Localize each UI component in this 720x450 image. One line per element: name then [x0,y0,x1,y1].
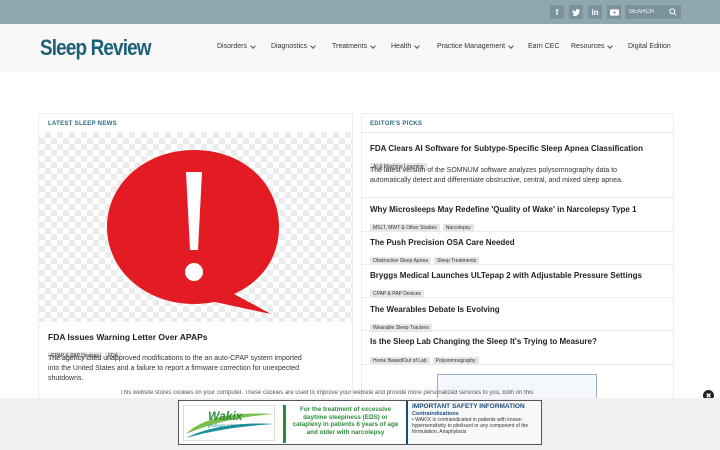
chevron-down-icon [370,42,376,49]
editors-picks-card: EDITOR'S PICKS FDA Clears AI Software fo… [361,113,674,403]
nav-label: Diagnostics [271,43,308,50]
nav-diagnostics[interactable]: Diagnostics [271,42,317,50]
excerpt-line: The agency cited unapproved modification… [48,355,302,362]
nav-label: Digital Edition [628,43,671,50]
divider [362,364,673,365]
excerpt-line: into the United States and a failure to … [48,365,299,372]
nav-digital-edition[interactable]: Digital Edition [628,43,671,50]
ad-safety-info: IMPORTANT SAFETY INFORMATION Contraindic… [406,401,541,444]
pick-title[interactable]: Why Microsleeps May Redefine 'Quality of… [370,205,637,214]
nav-resources[interactable]: Resources [571,42,614,50]
search-box[interactable] [625,5,681,19]
lead-pick-excerpt: The latest version of the SOMNUM softwar… [370,166,623,186]
ad-brand-sub: pitolisant tablets [208,423,241,428]
search-input[interactable] [629,6,669,18]
site-header: Sleep Review Disorders Diagnostics Treat… [0,24,720,72]
facebook-icon[interactable]: f [550,5,564,19]
alert-exclamation-icon [107,150,279,314]
chevron-down-icon [414,42,421,49]
chevron-down-icon [250,42,256,49]
chevron-down-icon [508,42,514,49]
nav-treatments[interactable]: Treatments [332,42,376,50]
excerpt-line: The latest version of the SOMNUM softwar… [370,167,618,174]
twitter-bird-glyph [571,8,580,16]
ad-indication-text: For the treatment of excessive daytime s… [292,406,399,436]
pick-title[interactable]: Bryggs Medical Launches ULTepap 2 with A… [370,271,642,280]
divider [362,330,673,331]
chevron-down-icon [607,42,614,49]
ad-contra-text: • WAKIX is contraindicated in patients w… [412,417,529,435]
ad-brand-logo: Wakix pitolisant tablets [183,405,275,441]
ad-indication: For the treatment of excessive daytime s… [283,405,405,443]
linkedin-icon[interactable]: in [588,5,602,19]
latest-news-card: LATEST SLEEP NEWS FDA Issues Warning Let… [38,113,353,403]
site-logo[interactable]: Sleep Review [40,35,151,61]
divider [362,297,673,298]
pick-title[interactable]: Is the Sleep Lab Changing the Sleep It's… [370,337,597,346]
ad-safety-title: IMPORTANT SAFETY INFORMATION [412,403,525,410]
nav-label: Earn CEC [528,43,560,50]
nav-practice-management[interactable]: Practice Management [437,42,514,50]
youtube-play-glyph [609,8,619,16]
featured-title[interactable]: FDA Issues Warning Letter Over APAPs [48,332,208,342]
chevron-down-icon [310,42,317,49]
divider [362,197,673,198]
pick-title[interactable]: The Push Precision OSA Care Needed [370,238,515,247]
excerpt-line: shutdowns. [48,375,84,382]
nav-label: Resources [571,43,605,50]
nav-health[interactable]: Health [391,42,421,50]
youtube-icon[interactable] [607,5,621,19]
featured-image[interactable] [39,132,352,322]
ad-banner[interactable]: Wakix pitolisant tablets For the treatme… [178,400,542,445]
nav-label: Health [391,43,412,50]
pick-tags: Wearable Sleep Trackers [370,316,435,334]
nav-disorders[interactable]: Disorders [217,42,256,50]
cookie-notice-text: This website stores cookies on your comp… [120,390,534,396]
latest-news-label: LATEST SLEEP NEWS [48,121,117,127]
ad-brand-name: Wakix [208,409,243,423]
search-icon[interactable] [669,8,677,16]
pick-title[interactable]: The Wearables Debate Is Evolving [370,305,500,314]
nav-label: Practice Management [437,43,506,50]
nav-label: Treatments [332,43,368,50]
divider [362,132,673,133]
featured-excerpt: The agency cited unapproved modification… [48,354,302,384]
lead-pick-title[interactable]: FDA Clears AI Software for Subtype-Speci… [370,144,643,153]
divider [362,231,673,232]
editors-picks-label: EDITOR'S PICKS [370,121,423,127]
divider [362,264,673,265]
excerpt-line: automatically detect and differentiate o… [370,177,623,184]
nav-label: Disorders [217,43,247,50]
top-bar: f in [0,0,720,24]
twitter-icon[interactable] [569,5,583,19]
nav-earn-cec[interactable]: Earn CEC [528,43,560,50]
